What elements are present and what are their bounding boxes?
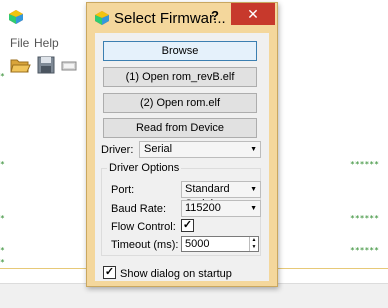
- timeout-label: Timeout (ms):: [111, 239, 179, 251]
- waveform-marker: *: [0, 246, 5, 255]
- open-rom-revb-button[interactable]: (1) Open rom_revB.elf: [103, 67, 257, 87]
- waveform-marker: *: [0, 160, 5, 169]
- driver-value: Serial: [144, 143, 173, 155]
- select-firmware-dialog: Select Firmwar... ? ✕ Browse (1) Open ro…: [86, 2, 278, 287]
- app-logo-icon: [9, 10, 23, 24]
- waveform-marker: *: [0, 214, 5, 223]
- chip-icon[interactable]: [60, 54, 78, 76]
- chevron-down-icon: ▼: [250, 146, 257, 153]
- save-icon[interactable]: [35, 54, 57, 76]
- flow-control-label: Flow Control:: [111, 221, 176, 233]
- waveform-markers: ******: [350, 160, 379, 169]
- show-dialog-checkbox[interactable]: ✓: [103, 266, 116, 279]
- driver-options-title: Driver Options: [107, 162, 182, 174]
- timeout-spinbox[interactable]: 5000 ▲ ▼: [181, 236, 259, 252]
- dialog-body: Browse (1) Open rom_revB.elf (2) Open ro…: [95, 33, 269, 281]
- help-button[interactable]: ?: [211, 8, 219, 23]
- baud-rate-value: 115200: [185, 202, 221, 214]
- checkmark-icon: ✓: [104, 266, 115, 278]
- baud-rate-select[interactable]: 115200 ▼: [181, 200, 261, 217]
- port-select[interactable]: Standard Serial ▼: [181, 181, 261, 210]
- checkmark-icon: ✓: [182, 219, 193, 231]
- browse-button[interactable]: Browse: [103, 41, 257, 61]
- close-button[interactable]: ✕: [231, 3, 275, 25]
- chevron-down-icon: ▼: [250, 205, 257, 212]
- menu-help[interactable]: Help: [34, 36, 59, 50]
- baud-rate-label: Baud Rate:: [111, 203, 167, 215]
- driver-select[interactable]: Serial ▼: [139, 141, 261, 158]
- show-dialog-label: Show dialog on startup: [120, 268, 232, 280]
- waveform-markers: ******: [350, 214, 379, 223]
- read-from-device-button[interactable]: Read from Device: [103, 118, 257, 138]
- driver-label: Driver:: [101, 144, 134, 156]
- chevron-down-icon: ▼: [250, 186, 257, 193]
- dialog-title: Select Firmwar...: [114, 10, 226, 27]
- waveform-markers: ******: [350, 246, 379, 255]
- waveform-marker: *: [0, 258, 5, 267]
- menu-file[interactable]: File: [10, 36, 29, 50]
- port-label: Port:: [111, 184, 135, 196]
- timeout-value: 5000: [185, 238, 210, 250]
- spin-arrows-icon[interactable]: ▲ ▼: [249, 237, 258, 251]
- app-logo-icon: [95, 11, 109, 25]
- open-rom-button[interactable]: (2) Open rom.elf: [103, 93, 257, 113]
- waveform-marker: *: [0, 72, 5, 81]
- folder-open-icon[interactable]: [9, 54, 31, 76]
- flow-control-checkbox[interactable]: ✓: [181, 219, 194, 232]
